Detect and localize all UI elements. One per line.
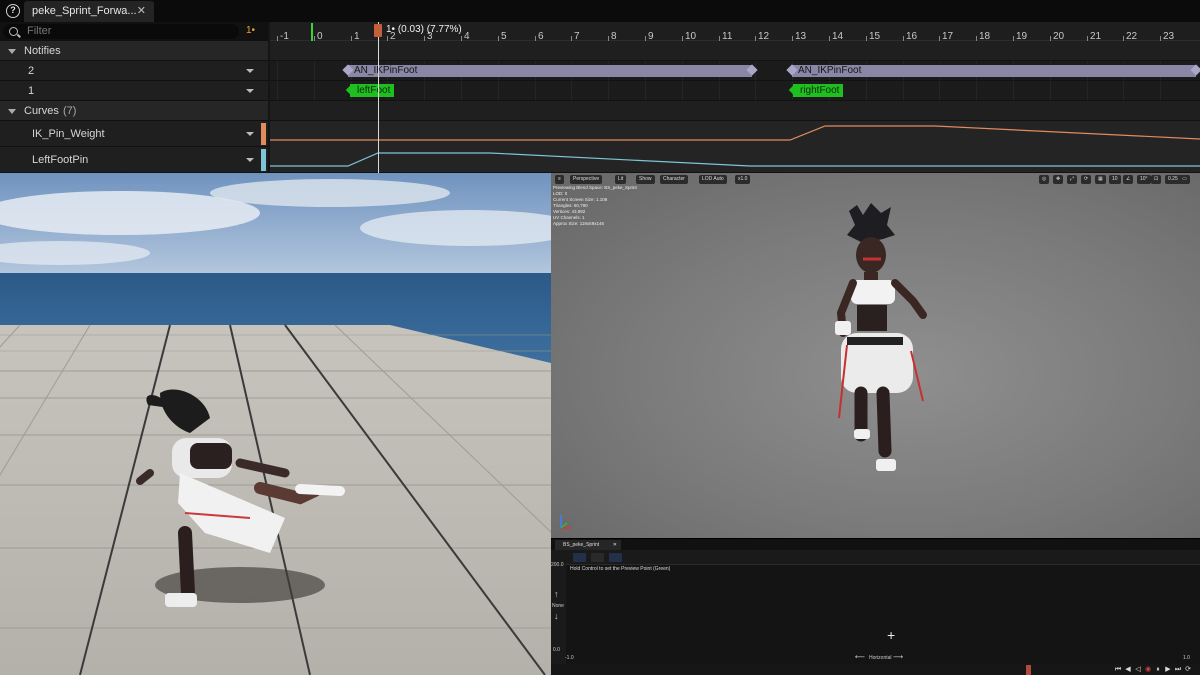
curve-graph-lane[interactable] xyxy=(270,121,1200,173)
y-axis-min: 0.0 xyxy=(553,647,560,653)
notifies-lane xyxy=(270,41,1200,61)
arrow-up-icon: ↑ xyxy=(554,589,559,599)
playhead-line xyxy=(378,22,379,173)
notify-lane: leftFoot rightFoot xyxy=(270,81,1200,101)
chevron-down-icon[interactable] xyxy=(246,89,254,93)
chevron-down-icon[interactable] xyxy=(246,69,254,73)
filter-placeholder: Filter xyxy=(27,25,52,37)
y-axis-name: None xyxy=(552,603,564,609)
axis-gizmo xyxy=(560,515,571,529)
notify-tag[interactable]: leftFoot xyxy=(350,84,395,97)
animation-sequence-editor: ? peke_Sprint_Forwa... ✕ Filter 1• Notif… xyxy=(0,0,1200,173)
preview-scene xyxy=(560,203,927,529)
blend-tab-title: BS_peke_Sprint xyxy=(563,542,600,548)
arrow-down-icon: ↓ xyxy=(554,611,559,621)
curves-lane xyxy=(270,101,1200,121)
curves-header[interactable]: Curves (7) xyxy=(0,101,268,121)
arrow-left-icon: ⟵ xyxy=(855,654,866,661)
blend-hint: Hold Control to set the Preview Point (G… xyxy=(570,566,671,572)
show-triangulation-button[interactable] xyxy=(591,553,604,562)
notifies-header[interactable]: Notifies xyxy=(0,41,268,61)
filter-input[interactable]: Filter xyxy=(3,24,239,39)
playhead-handle[interactable] xyxy=(374,24,382,37)
curve-row[interactable]: LeftFootPin xyxy=(0,147,268,173)
playhead-label: 1• (0.03) (7.77%) xyxy=(386,24,462,35)
notify-state-bar[interactable]: AN_IKPinFoot xyxy=(348,65,752,77)
pause-icon[interactable]: ⏸ xyxy=(1154,666,1162,674)
curve-color-swatch[interactable] xyxy=(261,149,266,171)
cloud xyxy=(210,179,450,207)
ik-pin-weight-curve xyxy=(270,125,1200,141)
timeline-area[interactable]: -1 0 1 2 3 4 5 6 7 8 9 10 11 12 13 14 15 16 17 18 19 20 21 22 23… xyxy=(270,22,1200,173)
filter-row: Filter 1• xyxy=(0,22,268,41)
help-icon[interactable]: ? xyxy=(6,4,20,18)
game-viewport[interactable] xyxy=(0,173,551,675)
close-icon[interactable]: ✕ xyxy=(137,1,146,22)
step-forward-icon[interactable]: ▶ xyxy=(1164,666,1172,674)
x-axis-max: 1.0 xyxy=(1183,655,1190,661)
game-scene xyxy=(0,173,551,675)
curve-label: LeftFootPin xyxy=(32,154,89,166)
notify-lane: AN_IKPinFoot AN_IKPinFoot xyxy=(270,61,1200,81)
collapse-icon[interactable] xyxy=(8,49,16,54)
blend-space-editor: BS_peke_Sprint ✕ 200.0 Hold Control to s… xyxy=(551,538,1200,675)
record-icon[interactable]: ◉ xyxy=(1144,666,1152,674)
notify-track-label: 2 xyxy=(28,65,35,77)
curves-label: Curves xyxy=(24,105,59,117)
notify-track-label: 1 xyxy=(28,85,35,97)
skip-end-icon[interactable]: ⏭ xyxy=(1174,666,1182,674)
curve-graph xyxy=(270,125,1200,167)
play-reverse-icon[interactable]: ◁ xyxy=(1134,666,1142,674)
chevron-down-icon[interactable] xyxy=(246,132,254,136)
start-marker xyxy=(311,23,313,41)
curve-label: IK_Pin_Weight xyxy=(32,128,105,140)
frame-badge: 1• xyxy=(246,25,256,36)
blend-tab-row: BS_peke_Sprint ✕ xyxy=(551,539,1200,550)
step-back-icon[interactable]: ◀ xyxy=(1124,666,1132,674)
preview-viewport[interactable]: ≡ Perspective Lit Show Character LOD Auto x1.0… xyxy=(551,173,1200,538)
close-icon[interactable]: ✕ xyxy=(613,540,617,550)
x-axis-min: -1.0 xyxy=(565,655,574,661)
timeline-scrubber[interactable] xyxy=(1026,665,1031,675)
track-list: Filter 1• Notifies 2 1 Curves (7) IK_Pin… xyxy=(0,22,268,173)
notify-tag[interactable]: rightFoot xyxy=(793,84,844,97)
blend-space-graph[interactable]: Hold Control to set the Preview Point (G… xyxy=(566,564,1200,664)
notify-track-row[interactable]: 1 xyxy=(0,81,268,101)
tab-blend-space[interactable]: BS_peke_Sprint ✕ xyxy=(555,540,621,550)
preview-timeline[interactable]: ⏮ ◀ ◁ ◉ ⏸ ▶ ⏭ ⟳ xyxy=(551,664,1200,675)
floor xyxy=(0,325,551,675)
curve-row[interactable]: IK_Pin_Weight xyxy=(0,121,268,147)
collapse-icon[interactable] xyxy=(8,109,16,114)
skip-start-icon[interactable]: ⏮ xyxy=(1114,666,1122,674)
search-icon xyxy=(9,27,18,36)
notify-track-row[interactable]: 2 xyxy=(0,61,268,81)
x-axis-name: Horizontal xyxy=(869,655,892,661)
notify-state-bar[interactable]: AN_IKPinFoot xyxy=(792,65,1196,77)
notifies-label: Notifies xyxy=(24,45,61,57)
loop-icon[interactable]: ⟳ xyxy=(1184,666,1192,674)
tab-peke-sprint[interactable]: peke_Sprint_Forwa... ✕ xyxy=(24,1,154,22)
curve-color-swatch[interactable] xyxy=(261,123,266,145)
preview-point-icon[interactable]: + xyxy=(887,628,895,642)
arrow-right-icon: ⟶ xyxy=(893,654,904,661)
preview-character xyxy=(835,203,927,471)
chevron-down-icon[interactable] xyxy=(246,158,254,162)
fit-view-button[interactable] xyxy=(573,553,586,562)
tab-bar: ? peke_Sprint_Forwa... ✕ xyxy=(0,0,1200,22)
transport-controls: ⏮ ◀ ◁ ◉ ⏸ ▶ ⏭ ⟳ xyxy=(1114,666,1194,674)
y-axis-max: 200.0 xyxy=(551,562,564,568)
tab-title: peke_Sprint_Forwa... xyxy=(32,5,137,17)
left-foot-pin-curve xyxy=(270,152,1200,167)
show-names-button[interactable] xyxy=(609,553,622,562)
curves-count: (7) xyxy=(63,105,77,117)
